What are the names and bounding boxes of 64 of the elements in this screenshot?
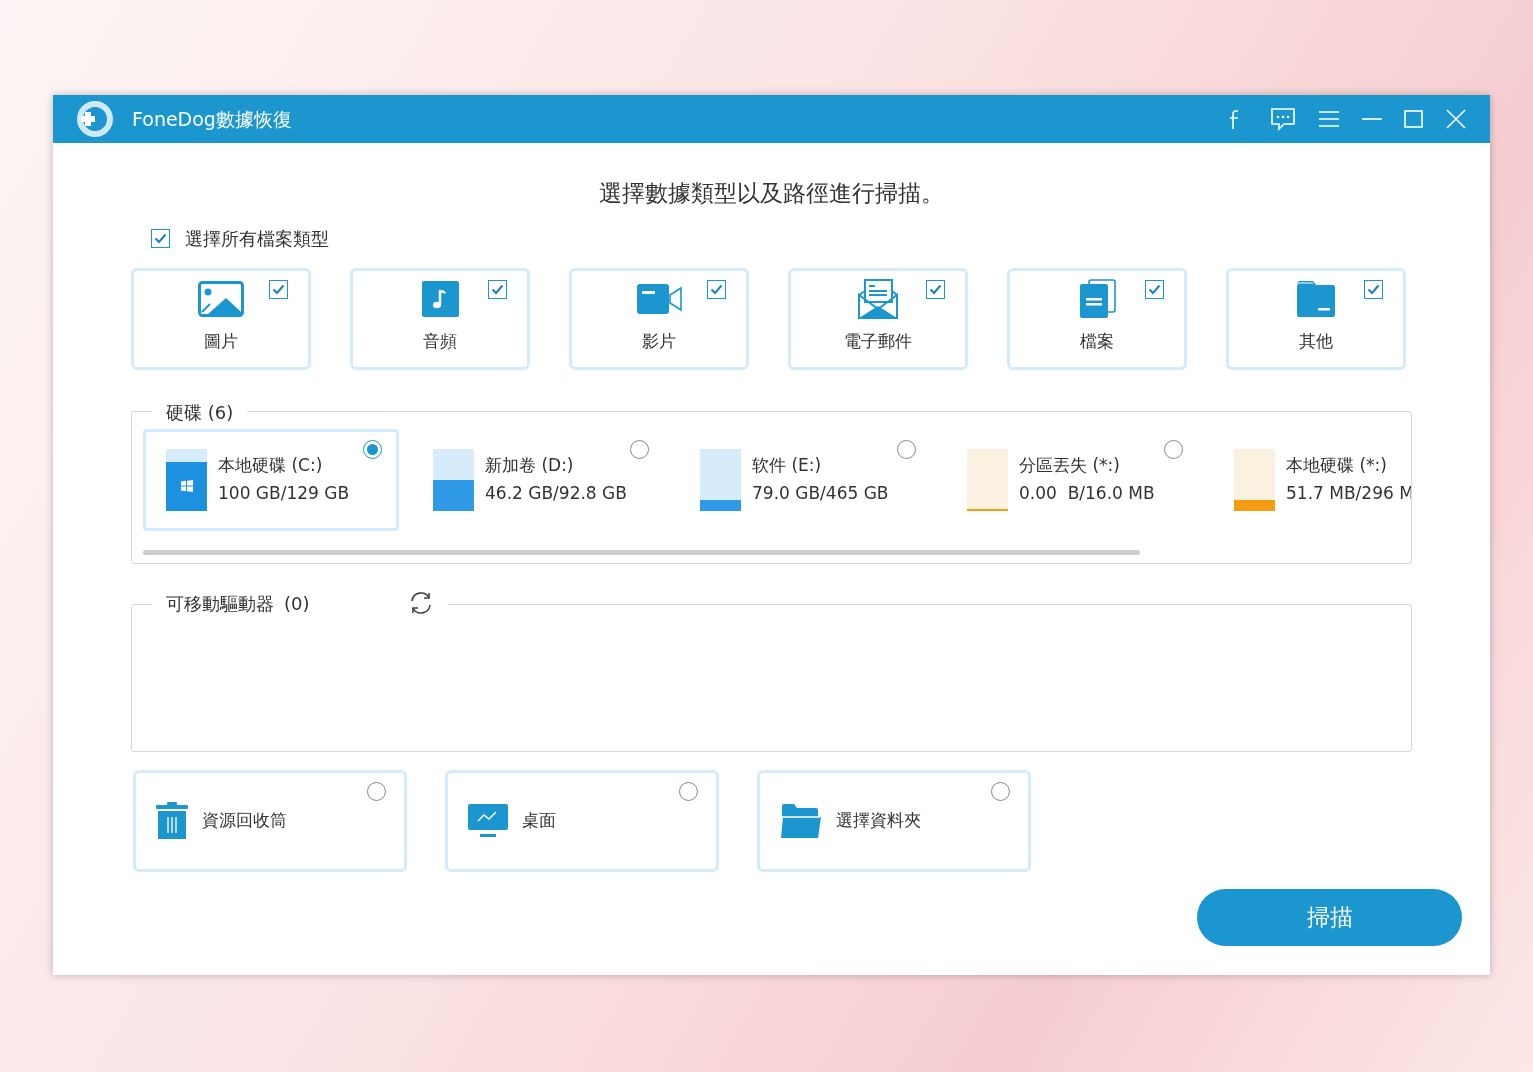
file-type-label: 其他 (1299, 330, 1333, 353)
location-card[interactable]: 桌面 (445, 769, 719, 872)
location-card[interactable]: 選擇資料夾 (757, 769, 1031, 872)
location-label: 桌面 (522, 808, 556, 832)
close-icon[interactable] (1446, 109, 1466, 129)
checkbox[interactable] (488, 279, 507, 299)
music-note-icon (421, 281, 459, 317)
drive-size: 0.00 B/16.0 MB (1019, 482, 1155, 505)
file-type-label: 電子郵件 (844, 330, 912, 353)
checkbox[interactable] (269, 279, 288, 299)
group-title: 可移動驅動器 (166, 591, 274, 616)
drive-card[interactable]: 新加卷 (D:) 46.2 GB/92.8 GB (410, 428, 666, 531)
windows-logo-icon (180, 480, 193, 493)
drive-name: 本地硬碟 (C:) (218, 453, 324, 477)
location-card[interactable]: 資源回收筒 (133, 769, 407, 872)
radio-button[interactable] (897, 439, 916, 459)
drive-card[interactable]: 本地硬碟 (C:) 100 GB/129 GB (143, 428, 399, 531)
drive-size: 46.2 GB/92.8 GB (485, 482, 627, 505)
location-label: 選擇資料夾 (836, 808, 921, 832)
radio-button[interactable] (679, 781, 698, 801)
radio-button[interactable] (630, 439, 649, 459)
page-heading: 選擇數據類型以及路徑進行掃描。 (599, 179, 944, 208)
drive-name: 分區丟失 (*:) (1019, 453, 1121, 477)
file-type-label: 檔案 (1080, 330, 1114, 353)
drive-size: 100 GB/129 GB (218, 482, 350, 505)
documents-icon (1078, 279, 1116, 319)
checkbox[interactable] (1364, 279, 1383, 299)
checkbox[interactable] (1145, 279, 1164, 299)
file-type-card[interactable]: 音頻 (350, 267, 530, 370)
maximize-icon[interactable] (1404, 109, 1424, 129)
checkbox[interactable] (151, 228, 170, 248)
menu-icon[interactable] (1318, 109, 1340, 129)
drive-name: 软件 (E:) (752, 453, 823, 477)
radio-button[interactable] (367, 781, 386, 801)
trash-can-icon (156, 801, 188, 840)
drive-name: 本地硬碟 (*:) (1286, 453, 1388, 477)
drive-name: 新加卷 (D:) (485, 453, 575, 477)
drive-size: 79.0 GB/465 GB (752, 482, 889, 505)
file-type-card[interactable]: 影片 (569, 267, 749, 370)
checkbox-label: 選擇所有檔案類型 (185, 226, 329, 251)
file-type-card[interactable]: 檔案 (1007, 267, 1187, 370)
window-title: FoneDog數據恢復 (132, 106, 292, 132)
monitor-icon (468, 803, 508, 838)
file-type-card[interactable]: 電子郵件 (788, 267, 968, 370)
radio-button[interactable] (991, 781, 1010, 801)
envelope-icon (858, 279, 898, 319)
file-type-label: 音頻 (423, 330, 457, 353)
file-type-label: 圖片 (204, 330, 238, 353)
location-label: 資源回收筒 (202, 808, 287, 832)
checkbox[interactable] (926, 279, 945, 299)
checkbox[interactable] (707, 279, 726, 299)
file-type-card[interactable]: 圖片 (131, 267, 311, 370)
picture-icon (198, 281, 244, 317)
drive-count: (0) (284, 591, 310, 616)
radio-button[interactable] (1164, 439, 1183, 459)
file-type-label: 影片 (642, 330, 676, 353)
folder-icon (1296, 280, 1336, 318)
chat-icon[interactable] (1270, 107, 1296, 131)
radio-button[interactable] (363, 439, 382, 459)
file-type-card[interactable]: 其他 (1226, 267, 1406, 370)
drive-card[interactable]: 软件 (E:) 79.0 GB/465 GB (677, 428, 933, 531)
folder-icon (780, 802, 822, 839)
drive-card[interactable]: 分區丟失 (*:) 0.00 B/16.0 MB (944, 428, 1200, 531)
video-camera-icon (636, 284, 682, 314)
